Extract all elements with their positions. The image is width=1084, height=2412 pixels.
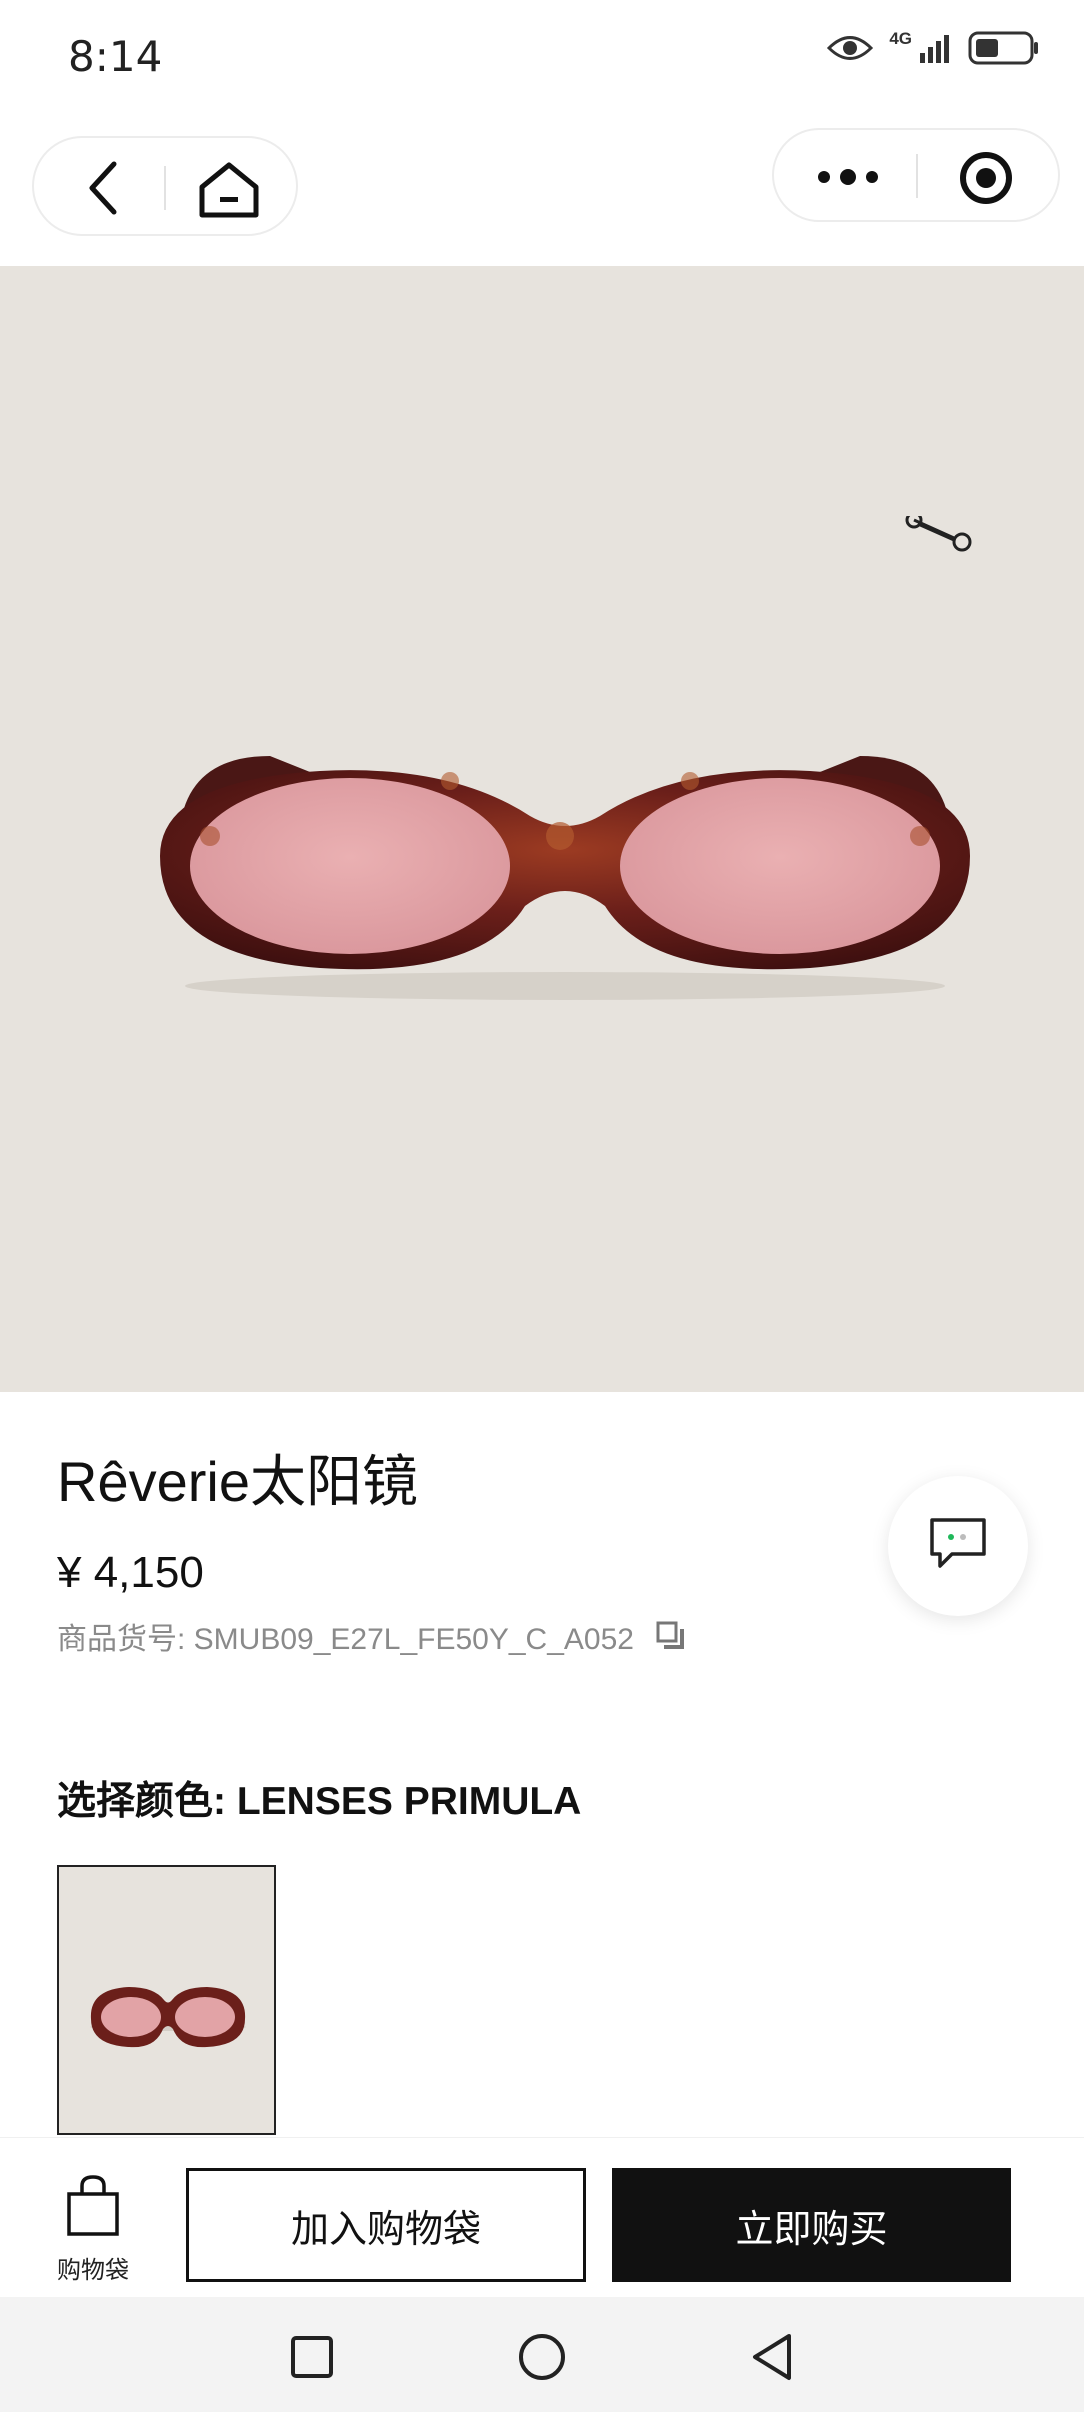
product-title: Rêverie太阳镜 <box>57 1450 418 1513</box>
sku-label: 商品货号: SMUB09_E27L_FE50Y_C_A052 <box>57 1623 634 1656</box>
share-icon[interactable] <box>904 511 974 566</box>
battery-icon <box>968 30 1040 71</box>
product-price: ¥ 4,150 <box>57 1548 204 1597</box>
shopping-bag-icon <box>67 2175 119 2236</box>
back-arrow-icon[interactable] <box>74 160 134 216</box>
home-icon[interactable] <box>196 160 262 220</box>
home-circle-icon[interactable] <box>512 2327 572 2387</box>
nav-capsule-left <box>32 136 298 236</box>
copy-icon[interactable] <box>656 1621 686 1651</box>
buy-now-button[interactable]: 立即购买 <box>612 2168 1011 2282</box>
system-nav-bar <box>0 2297 1084 2412</box>
more-dots-icon[interactable] <box>808 152 888 202</box>
shopping-bag-button[interactable]: 购物袋 <box>40 2168 146 2284</box>
nav-divider <box>164 166 166 210</box>
signal-icon <box>918 33 952 68</box>
sunglasses-image <box>160 756 970 1000</box>
status-time: 8:14 <box>68 32 163 81</box>
chat-bubble-icon <box>928 1516 988 1577</box>
add-to-bag-button[interactable]: 加入购物袋 <box>186 2168 586 2282</box>
action-bar: 购物袋 加入购物袋 立即购买 <box>0 2137 1084 2297</box>
recent-apps-icon[interactable] <box>282 2327 342 2387</box>
chat-button[interactable] <box>888 1476 1028 1616</box>
color-swatch-lenses-primula[interactable] <box>57 1865 276 2135</box>
eye-icon <box>827 33 874 68</box>
shopping-bag-label: 购物袋 <box>57 2257 129 2284</box>
target-close-icon[interactable] <box>956 148 1016 208</box>
nav-capsule-right <box>772 128 1060 222</box>
network-type: 4G <box>889 29 912 48</box>
product-gallery[interactable] <box>0 266 1084 1392</box>
sku-row: 商品货号: SMUB09_E27L_FE50Y_C_A052 <box>57 1614 686 1658</box>
status-icons: 4G <box>827 30 1040 71</box>
nav-divider-right <box>916 154 918 198</box>
color-select-label: 选择颜色: LENSES PRIMULA <box>57 1780 582 1823</box>
swatch-sunglasses-image <box>90 1987 246 2048</box>
status-bar: 8:14 4G <box>0 0 1084 115</box>
back-triangle-icon[interactable] <box>742 2327 802 2387</box>
